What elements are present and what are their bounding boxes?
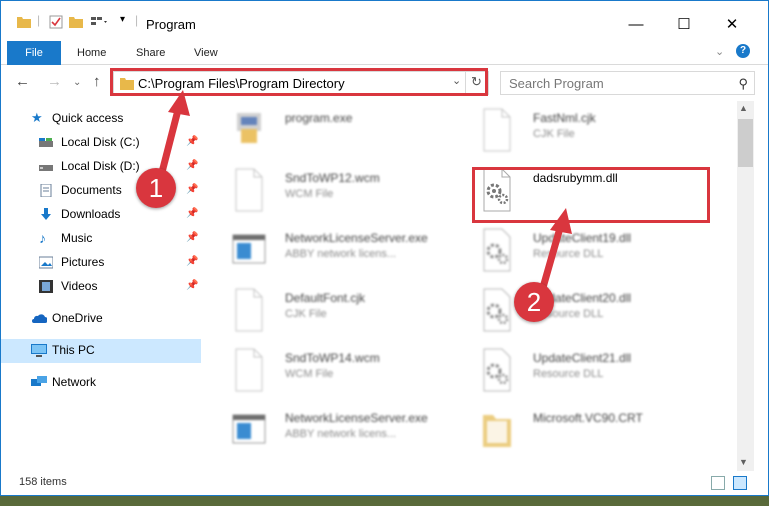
arrowhead-2 bbox=[550, 208, 572, 234]
step-one-callout: 1 bbox=[136, 168, 176, 208]
annotation-arrows bbox=[156, 90, 572, 299]
arrowhead-1 bbox=[168, 90, 190, 116]
step-two-callout: 2 bbox=[514, 282, 554, 322]
